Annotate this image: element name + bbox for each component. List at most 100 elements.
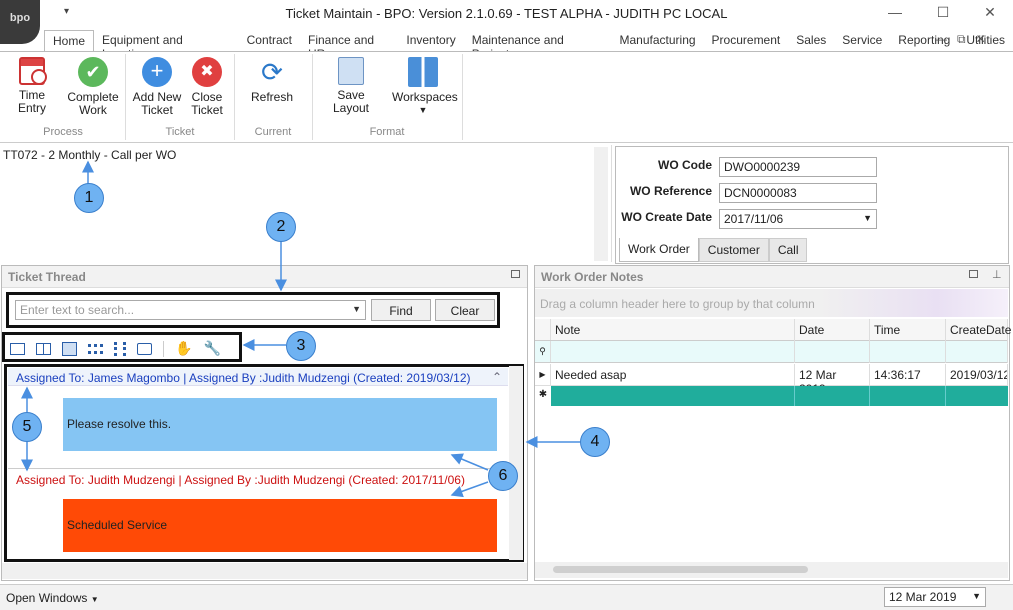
filter-row[interactable]: ⚲	[535, 341, 1008, 363]
time-entry-button[interactable]: Time Entry	[4, 57, 60, 115]
new-row-cell[interactable]	[870, 386, 946, 406]
pin-icon[interactable]: ⊥	[992, 268, 1002, 281]
window-title: Ticket Maintain - BPO: Version 2.1.0.69 …	[285, 6, 728, 21]
description-scrollbar[interactable]	[594, 147, 608, 261]
table-row[interactable]: ▶ Needed asap 12 Mar 2019 14:36:17 2019/…	[535, 364, 1008, 396]
layout-toolbar: ✋ 🔧	[10, 340, 221, 357]
window-view-icon[interactable]	[137, 342, 152, 355]
notes-horizontal-scrollbar[interactable]	[535, 562, 1008, 578]
tab-call[interactable]: Call	[768, 238, 808, 262]
wo-reference-label: WO Reference	[629, 184, 712, 198]
wo-tabs: Work Order Customer Call	[619, 238, 808, 262]
save-layout-button[interactable]: Save Layout	[318, 57, 384, 115]
tab-service[interactable]: Service	[834, 30, 890, 52]
ribbon-separator	[125, 54, 126, 140]
tab-inventory[interactable]: Inventory	[398, 30, 463, 52]
tab-home[interactable]: Home	[44, 30, 95, 52]
wo-create-date-picker[interactable]: 2017/11/06 ▼	[719, 209, 877, 229]
thread-entry-header-text: Assigned To: Judith Mudzengi | Assigned …	[16, 473, 465, 487]
new-row-cell[interactable]	[795, 386, 870, 406]
thread-entry-body: Please resolve this.	[63, 398, 497, 451]
tab-contract[interactable]: Contract	[239, 30, 300, 52]
ribbon-separator	[462, 54, 463, 140]
group-label-process: Process	[43, 126, 83, 138]
tab-finance-and-hr[interactable]: Finance and HR	[300, 30, 398, 61]
wo-create-date-label: WO Create Date	[621, 210, 712, 224]
maximize-panel-icon[interactable]	[969, 270, 978, 278]
tab-procurement[interactable]: Procurement	[704, 30, 789, 52]
thread-entry-header[interactable]: Assigned To: James Magombo | Assigned By…	[8, 368, 508, 386]
columns-view-icon[interactable]	[114, 341, 126, 356]
mdi-minimize-button[interactable]: —	[935, 32, 947, 47]
add-new-ticket-button[interactable]: + Add New Ticket	[132, 57, 182, 117]
mdi-restore-button[interactable]: ⧉	[957, 32, 966, 47]
tab-equipment-and-locations[interactable]: Equipment and Locations	[94, 30, 239, 61]
notes-column-headers: Note Date Time CreateDate	[535, 319, 1011, 341]
workspaces-button[interactable]: Workspaces ▼	[392, 57, 458, 117]
toolbar-separator	[163, 340, 164, 357]
filter-cell[interactable]	[946, 341, 1008, 363]
tab-customer[interactable]: Customer	[698, 238, 769, 262]
open-windows-button[interactable]: Open Windows ▼	[6, 591, 99, 605]
tab-sales[interactable]: Sales	[788, 30, 834, 52]
scrollbar-thumb[interactable]	[553, 566, 808, 573]
complete-work-button[interactable]: ✔ Complete Work	[66, 57, 120, 117]
filter-pin-icon: ⚲	[535, 341, 551, 362]
note-cell[interactable]: Needed asap	[551, 364, 795, 386]
status-bar	[0, 584, 1013, 610]
find-button[interactable]: Find	[371, 299, 431, 321]
single-view-icon[interactable]	[10, 342, 25, 355]
new-row-cell[interactable]	[551, 386, 795, 406]
refresh-button[interactable]: ⟳ Refresh	[246, 57, 298, 104]
column-header-time[interactable]: Time	[870, 319, 946, 341]
checkmark-icon: ✔	[78, 57, 108, 87]
chevron-down-icon: ▼	[90, 595, 99, 604]
clear-button[interactable]: Clear	[435, 299, 495, 321]
tab-maintenance-and-projects[interactable]: Maintenance and Projects	[464, 30, 612, 61]
createdate-cell[interactable]: 2019/03/12	[946, 364, 1008, 386]
thread-horizontal-scrollbar[interactable]	[2, 563, 527, 579]
search-input[interactable]: Enter text to search... ▼	[15, 300, 366, 320]
filter-cell[interactable]	[551, 341, 795, 363]
callout-3: 3	[286, 331, 316, 361]
group-label-current: Current	[254, 126, 292, 138]
callout-4: 4	[580, 427, 610, 457]
collapse-chevron-icon[interactable]: ⌃	[492, 370, 502, 384]
split-view-icon[interactable]	[36, 342, 51, 355]
hand-pan-icon[interactable]: ✋	[175, 340, 192, 357]
column-header-note[interactable]: Note	[551, 319, 795, 341]
maximize-button[interactable]: ☐	[928, 4, 958, 24]
chevron-down-icon[interactable]: ▼	[352, 304, 361, 314]
chevron-down-icon[interactable]: ▼	[863, 213, 872, 223]
group-by-area[interactable]: Drag a column header here to group by th…	[535, 289, 1008, 317]
status-date-field[interactable]: 12 Mar 2019 ▼	[884, 587, 986, 607]
wrench-settings-icon[interactable]: 🔧	[203, 340, 220, 357]
new-row[interactable]: ✱	[535, 386, 1008, 406]
thread-entry-header-text: Assigned To: James Magombo | Assigned By…	[16, 371, 471, 385]
wo-reference-field[interactable]: DCN0000083	[719, 183, 877, 203]
mdi-close-button[interactable]: ✕	[976, 32, 986, 47]
ticket-thread-header: Ticket Thread	[2, 266, 527, 288]
close-window-button[interactable]: ✕	[975, 4, 1005, 24]
filter-cell[interactable]	[795, 341, 870, 363]
ribbon-separator	[312, 54, 313, 140]
wo-code-field[interactable]: DWO0000239	[719, 157, 877, 177]
chevron-down-icon[interactable]: ▼	[972, 591, 981, 601]
time-cell[interactable]: 14:36:17	[870, 364, 946, 386]
row-pointer-icon: ▶	[535, 364, 551, 385]
grid-view-icon[interactable]	[88, 343, 103, 354]
column-header-date[interactable]: Date	[795, 319, 870, 341]
mdi-controls: — ⧉ ✕	[935, 32, 986, 47]
maximize-panel-icon[interactable]	[511, 270, 520, 278]
column-header-createdate[interactable]: CreateDate	[946, 319, 1011, 341]
tab-manufacturing[interactable]: Manufacturing	[612, 30, 704, 52]
tab-work-order[interactable]: Work Order	[619, 238, 699, 262]
row-indicator-header	[535, 319, 551, 340]
close-ticket-button[interactable]: ✖ Close Ticket	[184, 57, 230, 117]
date-cell[interactable]: 12 Mar 2019	[795, 364, 870, 396]
stacked-view-icon[interactable]	[62, 341, 77, 356]
minimize-button[interactable]: —	[880, 4, 910, 24]
callout-1: 1	[74, 183, 104, 213]
filter-cell[interactable]	[870, 341, 946, 363]
thread-entry-header[interactable]: Assigned To: Judith Mudzengi | Assigned …	[8, 468, 508, 488]
